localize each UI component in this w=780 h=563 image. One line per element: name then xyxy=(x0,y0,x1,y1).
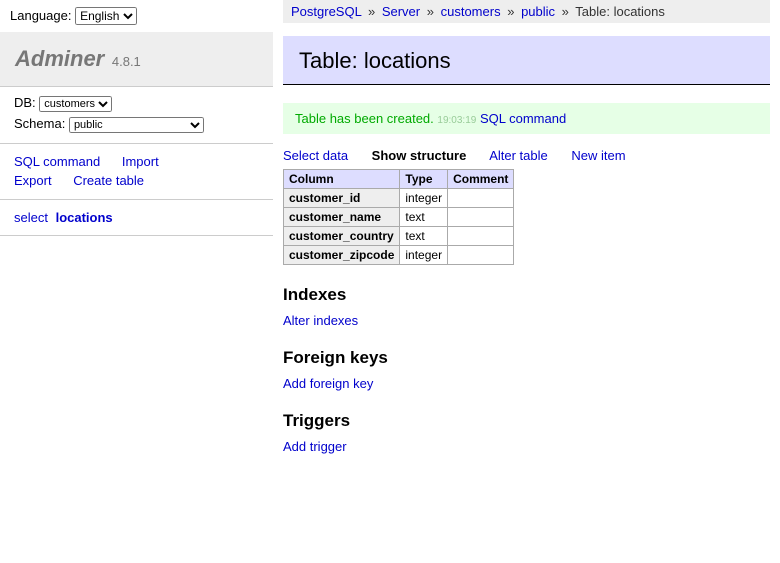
col-header-comment: Comment xyxy=(448,170,514,189)
column-comment xyxy=(448,227,514,246)
column-comment xyxy=(448,246,514,265)
success-message: Table has been created. 19:03:19 SQL com… xyxy=(283,103,770,134)
table-select-link[interactable]: select xyxy=(14,210,48,225)
tab-show-structure: Show structure xyxy=(372,148,467,163)
tab-select-data[interactable]: Select data xyxy=(283,148,348,163)
content: PostgreSQL » Server » customers » public… xyxy=(283,0,780,454)
message-time: 19:03:19 xyxy=(437,115,476,126)
table-header-row: Column Type Comment xyxy=(284,170,514,189)
link-alter-indexes[interactable]: Alter indexes xyxy=(283,313,358,328)
breadcrumb-sep: » xyxy=(562,4,569,19)
section-indexes-title: Indexes xyxy=(283,285,770,305)
column-name: customer_name xyxy=(284,208,400,227)
schema-select[interactable]: public xyxy=(69,117,204,133)
link-add-trigger[interactable]: Add trigger xyxy=(283,439,347,454)
table-list: select locations xyxy=(0,200,273,236)
breadcrumb-db[interactable]: customers xyxy=(441,4,501,19)
sidebar-links: SQL command Import Export Create table xyxy=(0,144,273,200)
table-tabs: Select data Show structure Alter table N… xyxy=(283,148,770,163)
section-fkeys-title: Foreign keys xyxy=(283,348,770,368)
db-schema-block: DB: customers Schema: public xyxy=(0,87,273,144)
message-sql-link[interactable]: SQL command xyxy=(480,111,566,126)
message-text: Table has been created. xyxy=(295,111,434,126)
language-label: Language: xyxy=(10,8,71,23)
table-row: customer_idinteger xyxy=(284,189,514,208)
link-add-foreign-key[interactable]: Add foreign key xyxy=(283,376,373,391)
language-bar: Language: English xyxy=(0,0,273,32)
column-name: customer_zipcode xyxy=(284,246,400,265)
breadcrumb-server[interactable]: Server xyxy=(382,4,420,19)
breadcrumb-sep: » xyxy=(427,4,434,19)
column-name: customer_country xyxy=(284,227,400,246)
column-comment xyxy=(448,189,514,208)
section-triggers-title: Triggers xyxy=(283,411,770,431)
page-title: Table: locations xyxy=(283,36,770,85)
tab-alter-table[interactable]: Alter table xyxy=(489,148,548,163)
schema-label: Schema: xyxy=(14,116,65,131)
breadcrumb-current: Table: locations xyxy=(575,4,665,19)
column-comment xyxy=(448,208,514,227)
tab-new-item[interactable]: New item xyxy=(571,148,625,163)
table-name-link[interactable]: locations xyxy=(56,210,113,225)
db-select[interactable]: customers xyxy=(39,96,112,112)
col-header-type: Type xyxy=(400,170,448,189)
breadcrumb-sep: » xyxy=(507,4,514,19)
db-label: DB: xyxy=(14,95,36,110)
table-row: customer_countrytext xyxy=(284,227,514,246)
link-create-table[interactable]: Create table xyxy=(73,173,144,188)
col-header-column: Column xyxy=(284,170,400,189)
sidebar: Language: English Adminer 4.8.1 DB: cust… xyxy=(0,0,273,236)
breadcrumb-sep: » xyxy=(368,4,375,19)
link-export[interactable]: Export xyxy=(14,173,52,188)
link-sql-command[interactable]: SQL command xyxy=(14,154,100,169)
column-name: customer_id xyxy=(284,189,400,208)
breadcrumb-driver[interactable]: PostgreSQL xyxy=(291,4,361,19)
column-type: text xyxy=(400,227,448,246)
logo-name: Adminer xyxy=(15,46,104,71)
breadcrumb: PostgreSQL » Server » customers » public… xyxy=(283,0,770,23)
breadcrumb-schema[interactable]: public xyxy=(521,4,555,19)
table-row: customer_nametext xyxy=(284,208,514,227)
logo: Adminer 4.8.1 xyxy=(0,32,273,87)
columns-table: Column Type Comment customer_idintegercu… xyxy=(283,169,514,265)
link-import[interactable]: Import xyxy=(122,154,159,169)
logo-version: 4.8.1 xyxy=(112,54,141,69)
table-row: customer_zipcodeinteger xyxy=(284,246,514,265)
column-type: text xyxy=(400,208,448,227)
column-type: integer xyxy=(400,246,448,265)
language-select[interactable]: English xyxy=(75,7,137,25)
column-type: integer xyxy=(400,189,448,208)
